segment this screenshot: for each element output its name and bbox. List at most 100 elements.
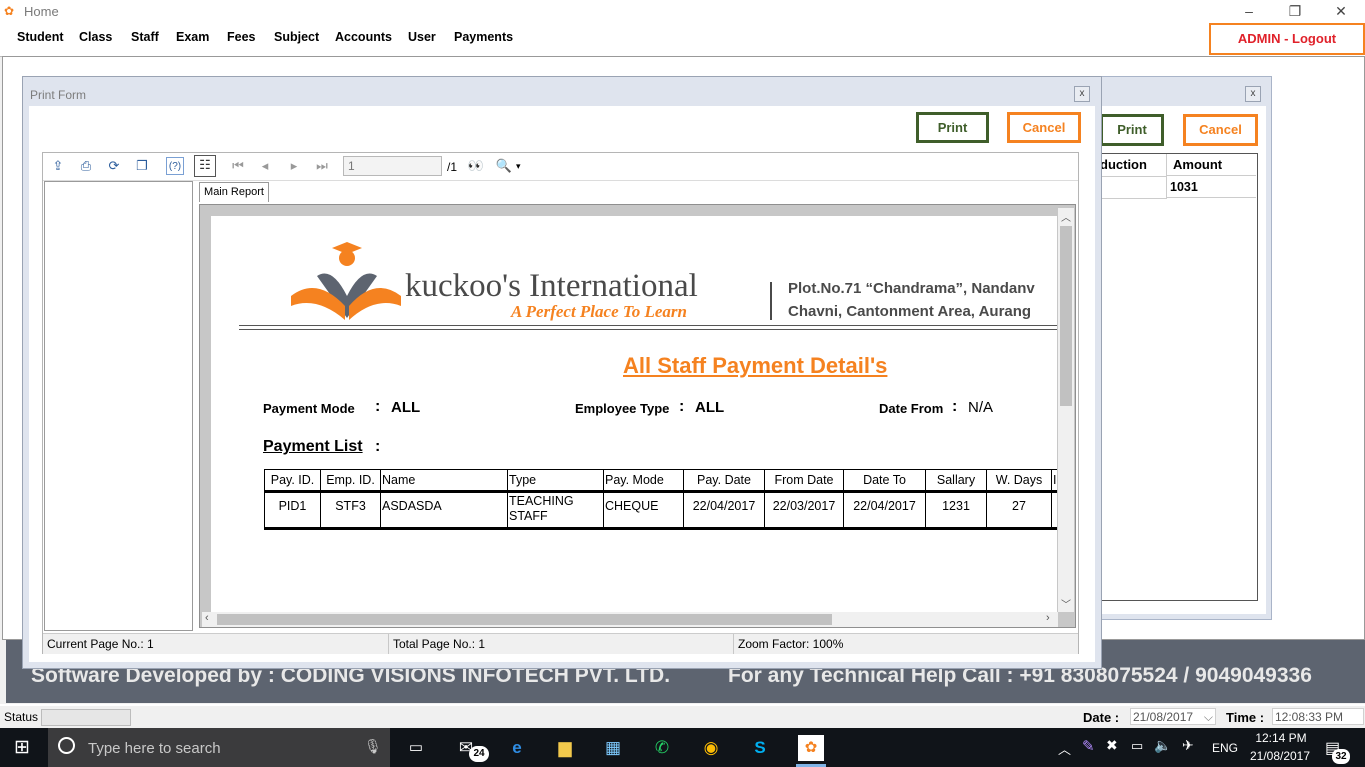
employee-type-label: Employee Type bbox=[575, 401, 670, 416]
date-from-value: N/A bbox=[968, 399, 994, 416]
horizontal-scroll-thumb[interactable] bbox=[217, 614, 832, 625]
scroll-left-icon[interactable]: ‹ bbox=[205, 612, 209, 624]
input-language[interactable]: ENG bbox=[1212, 741, 1238, 755]
cell-pay-id: PID1 bbox=[264, 491, 321, 530]
horizontal-scrollbar[interactable]: ‹ › bbox=[202, 612, 1058, 627]
zoom-dropdown-icon[interactable]: ▾ bbox=[516, 161, 521, 172]
status-divider bbox=[733, 634, 734, 654]
header-rule-1 bbox=[239, 325, 1057, 326]
volume-icon[interactable]: 🔈 bbox=[1154, 737, 1171, 754]
header-type: Type bbox=[507, 469, 604, 493]
zoom-icon[interactable]: 🔍 bbox=[495, 157, 513, 175]
status-bar: Status Date : 21/08/2017 ⌵ Time : 12:08:… bbox=[0, 706, 1365, 728]
skype-icon[interactable]: S bbox=[748, 737, 772, 759]
task-view-icon[interactable]: ▭ bbox=[404, 737, 428, 759]
last-page-icon[interactable]: ⏭ bbox=[313, 157, 331, 175]
print-form-title: Print Form bbox=[30, 88, 87, 102]
grid-header-deduction: duction bbox=[1100, 154, 1167, 177]
edge-icon[interactable]: e bbox=[505, 737, 529, 759]
previous-page-icon[interactable]: ◂ bbox=[256, 157, 274, 175]
scroll-down-icon[interactable]: ﹀ bbox=[1061, 596, 1071, 611]
network-icon[interactable]: ✈ bbox=[1182, 737, 1194, 754]
taskbar-search-box[interactable]: Type here to search 🎙 bbox=[48, 728, 390, 767]
scroll-up-icon[interactable]: ︿ bbox=[1061, 209, 1071, 224]
background-window-close-button[interactable]: x bbox=[1245, 86, 1261, 102]
group-tree-panel[interactable] bbox=[44, 181, 193, 631]
viewer-status-bar: Current Page No.: 1 Total Page No.: 1 Zo… bbox=[43, 633, 1078, 654]
menu-class[interactable]: Class bbox=[79, 30, 112, 44]
next-page-icon[interactable]: ▸ bbox=[285, 157, 303, 175]
help-icon[interactable]: (?) bbox=[166, 157, 184, 175]
cell-pay-mode: CHEQUE bbox=[603, 491, 684, 530]
vertical-scroll-thumb[interactable] bbox=[1060, 226, 1072, 406]
taskbar-clock-date[interactable]: 21/08/2017 bbox=[1247, 749, 1313, 763]
maximize-button[interactable]: ❐ bbox=[1272, 0, 1318, 24]
windows-start-icon[interactable]: ⊞ bbox=[14, 738, 30, 758]
grid-cell-amount[interactable]: 1031 bbox=[1167, 177, 1256, 198]
background-print-button[interactable]: Print bbox=[1100, 114, 1164, 146]
cancel-button[interactable]: Cancel bbox=[1007, 112, 1081, 143]
status-label: Status bbox=[4, 710, 39, 724]
file-explorer-icon[interactable]: ▆ bbox=[553, 737, 577, 759]
print-form-close-button[interactable]: x bbox=[1074, 86, 1090, 102]
export-icon[interactable]: ⇪ bbox=[49, 157, 67, 175]
total-page-status: Total Page No.: 1 bbox=[393, 637, 486, 651]
microphone-icon[interactable]: 🎙 bbox=[364, 738, 382, 755]
status-progress-bar bbox=[41, 709, 131, 726]
cell-type: TEACHING STAFF bbox=[507, 491, 604, 530]
cell-name: ASDASDA bbox=[380, 491, 508, 530]
binoculars-icon[interactable]: 👀 bbox=[467, 157, 485, 175]
calculator-icon[interactable]: ▦ bbox=[601, 737, 625, 759]
taskbar-clock-time[interactable]: 12:14 PM bbox=[1250, 731, 1312, 745]
header-divider bbox=[770, 282, 772, 320]
current-page-status: Current Page No.: 1 bbox=[47, 637, 154, 651]
address-line-1: Plot.No.71 “Chandrama”, Nandanv bbox=[788, 280, 1035, 297]
tray-expand-icon[interactable]: ︿ bbox=[1058, 739, 1071, 758]
header-pay-date: Pay. Date bbox=[683, 469, 765, 493]
cell-truncated bbox=[1051, 491, 1057, 530]
menu-subject[interactable]: Subject bbox=[274, 30, 319, 44]
menu-fees[interactable]: Fees bbox=[227, 30, 256, 44]
notification-badge: 32 bbox=[1332, 749, 1350, 764]
whatsapp-icon[interactable]: ✆ bbox=[650, 737, 674, 759]
tray-app-icon[interactable]: ✖ bbox=[1106, 737, 1118, 754]
first-page-icon[interactable]: ⏮ bbox=[229, 157, 247, 175]
menu-accounts[interactable]: Accounts bbox=[335, 30, 392, 44]
tab-main-report[interactable]: Main Report bbox=[199, 182, 269, 202]
employee-type-colon: : bbox=[679, 398, 685, 415]
menu-exam[interactable]: Exam bbox=[176, 30, 209, 44]
menu-student[interactable]: Student bbox=[17, 30, 64, 44]
copy-icon[interactable]: ❐ bbox=[133, 157, 151, 175]
battery-icon[interactable]: ▭ bbox=[1131, 738, 1143, 754]
header-emp-id: Emp. ID. bbox=[320, 469, 381, 493]
page-number-input[interactable]: 1 bbox=[343, 156, 442, 176]
printer-icon[interactable]: ⎙ bbox=[77, 157, 95, 175]
mail-badge: 24 bbox=[469, 746, 489, 762]
header-w-days: W. Days bbox=[986, 469, 1052, 493]
payment-mode-label: Payment Mode bbox=[263, 401, 355, 416]
scroll-right-icon[interactable]: › bbox=[1046, 612, 1050, 624]
table-header-row: Pay. ID. Emp. ID. Name Type Pay. Mode Pa… bbox=[264, 469, 1057, 493]
chrome-icon[interactable]: ◉ bbox=[699, 737, 723, 759]
date-picker[interactable]: 21/08/2017 ⌵ bbox=[1130, 708, 1216, 725]
admin-logout-button[interactable]: ADMIN - Logout bbox=[1209, 23, 1365, 55]
menu-payments[interactable]: Payments bbox=[454, 30, 513, 44]
vertical-scrollbar[interactable]: ︿ ﹀ bbox=[1058, 208, 1074, 612]
close-button[interactable]: ✕ bbox=[1318, 0, 1364, 24]
print-button[interactable]: Print bbox=[916, 112, 989, 143]
payment-list-label: Payment List bbox=[263, 438, 363, 455]
date-label: Date : bbox=[1083, 710, 1120, 725]
header-name: Name bbox=[380, 469, 508, 493]
refresh-icon[interactable]: ⟳ bbox=[105, 157, 123, 175]
school-app-icon[interactable]: ✿ bbox=[798, 735, 824, 761]
grid-cell bbox=[1100, 177, 1167, 199]
payment-list-colon: : bbox=[375, 438, 381, 455]
background-cancel-button[interactable]: Cancel bbox=[1183, 114, 1258, 146]
menu-user[interactable]: User bbox=[408, 30, 436, 44]
time-picker[interactable]: 12:08:33 PM bbox=[1272, 708, 1364, 725]
group-tree-icon[interactable]: ☷ bbox=[194, 155, 216, 177]
app-logo-icon: ✿ bbox=[4, 4, 15, 18]
pen-icon[interactable]: ✎ bbox=[1082, 737, 1095, 755]
minimize-button[interactable]: – bbox=[1226, 0, 1272, 24]
menu-staff[interactable]: Staff bbox=[131, 30, 159, 44]
